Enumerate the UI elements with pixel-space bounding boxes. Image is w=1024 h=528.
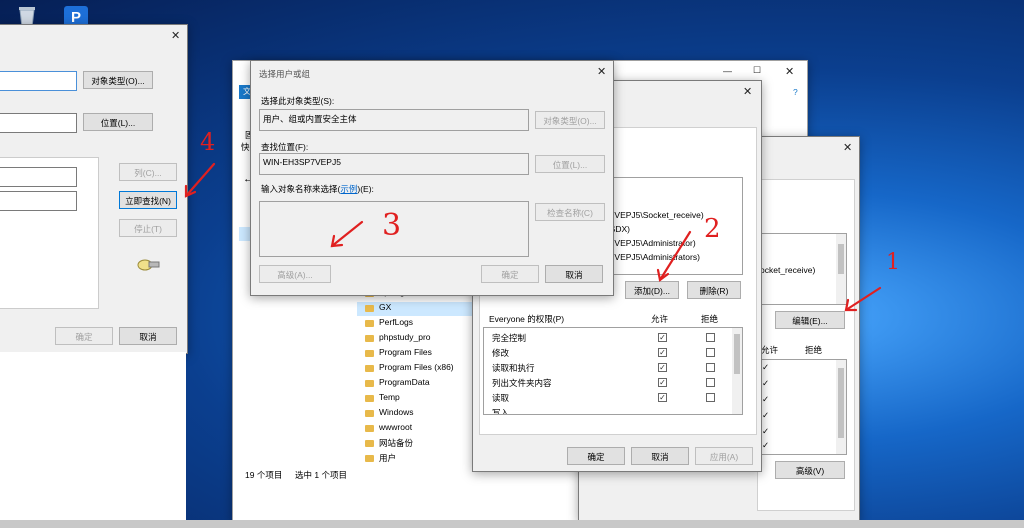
close-icon[interactable]: ✕ <box>743 85 752 98</box>
close-icon[interactable]: ✕ <box>171 29 180 42</box>
apply-button[interactable]: 应用(A) <box>695 447 753 465</box>
annotation-number-3: 3 <box>382 208 402 243</box>
permission-list-partial: ✓ ✓ ✓ ✓ ✓ ✓ <box>759 359 847 455</box>
cancel-button[interactable]: 取消 <box>545 265 603 283</box>
location-button[interactable]: 位置(L)... <box>535 155 605 173</box>
status-selected-count: 选中 1 个项目 <box>295 470 347 480</box>
edit-button[interactable]: 编辑(E)... <box>775 311 845 329</box>
close-icon[interactable]: ✕ <box>843 141 852 154</box>
perm-name: 读取和执行 <box>492 363 535 373</box>
deny-checkbox[interactable] <box>706 363 715 372</box>
perm-name: 修改 <box>492 348 510 358</box>
allow-checkbox[interactable]: ✓ <box>658 348 667 357</box>
add-button[interactable]: 添加(D)... <box>625 281 679 299</box>
allow-column-header: 允许 <box>651 314 669 324</box>
arrow-4-shaft <box>184 162 216 198</box>
advanced-button[interactable]: 高级(V) <box>775 461 845 479</box>
list-item[interactable]: wwwroot <box>357 422 487 436</box>
advanced-button[interactable]: 高级(A)... <box>259 265 331 283</box>
object-types-button[interactable]: 对象类型(O)... <box>535 111 605 129</box>
permission-table: 完全控制 ✓ 修改 ✓ 读取和执行 ✓ 列出文件夹内容 ✓ 读取 ✓ 写入 <box>483 327 743 415</box>
perm-name: 完全控制 <box>492 333 527 343</box>
object-type-label: 选择此对象类型(S): <box>261 96 335 106</box>
list-item[interactable]: Program Files (x86) <box>357 362 487 376</box>
find-now-button[interactable]: 立即查找(N) <box>119 191 177 209</box>
close-icon[interactable]: ✕ <box>597 65 606 78</box>
maximize-icon[interactable]: ☐ <box>753 65 761 76</box>
deny-checkbox[interactable] <box>706 333 715 342</box>
dialog-title: 选择用户或组 <box>259 69 311 79</box>
location-label: 查找位置(F): <box>261 142 309 152</box>
list-item[interactable]: PerfLogs <box>357 317 487 331</box>
taskbar <box>0 520 1024 528</box>
scrollbar[interactable] <box>732 328 742 414</box>
ok-button[interactable]: 确定 <box>567 447 625 465</box>
list-item[interactable]: P7VEPJ5\Socket_receive) <box>604 210 704 220</box>
left-select-dialog: ✕ 对象类型(O)... 位置(L)... 列(C)... 立即查找(N) 停止… <box>0 24 188 354</box>
object-type-field <box>0 71 77 91</box>
location-button[interactable]: 位置(L)... <box>83 113 153 131</box>
perm-name: 列出文件夹内容 <box>492 378 552 388</box>
ok-button[interactable]: 确定 <box>481 265 539 283</box>
object-type-field: 用户、组或内置安全主体 <box>259 109 529 131</box>
annotation-number-2: 2 <box>704 214 721 244</box>
columns-button[interactable]: 列(C)... <box>119 163 177 181</box>
desktop-white-area <box>0 352 186 520</box>
list-item[interactable]: 用户 <box>357 452 487 466</box>
list-item[interactable]: P7VEPJ5\Administrator) <box>604 238 696 248</box>
deny-column-header: 拒绝 <box>701 314 719 324</box>
location-field: WIN-EH3SP7VEPJ5 <box>259 153 529 175</box>
search-flashlight-icon <box>137 257 161 273</box>
help-icon[interactable]: ? <box>793 87 798 97</box>
list-item[interactable]: GX <box>357 302 487 316</box>
list-item[interactable]: 网站备份 <box>357 437 487 451</box>
allow-checkbox[interactable]: ✓ <box>658 333 667 342</box>
list-item[interactable]: Program Files <box>357 347 487 361</box>
folder-list: frpslog GX PerfLogs phpstudy_pro Program… <box>357 287 487 467</box>
list-item[interactable]: phpstudy_pro <box>357 332 487 346</box>
examples-link[interactable]: 示例 <box>340 184 357 194</box>
list-item[interactable]: Windows <box>357 407 487 421</box>
enter-names-label: 输入对象名称来选择(示例)(E): <box>261 184 374 194</box>
ribbon-label-2: 快 <box>241 142 250 152</box>
deny-checkbox[interactable] <box>706 348 715 357</box>
allow-checkbox[interactable]: ✓ <box>658 393 667 402</box>
annotation-number-1: 1 <box>886 250 900 275</box>
allow-column-header: 允许 <box>761 345 779 355</box>
perm-name: 写入 <box>492 408 510 415</box>
ok-button[interactable]: 确定 <box>55 327 113 345</box>
object-types-button[interactable]: 对象类型(O)... <box>83 71 153 89</box>
deny-checkbox[interactable] <box>706 378 715 387</box>
deny-checkbox[interactable] <box>706 393 715 402</box>
cancel-button[interactable]: 取消 <box>119 327 177 345</box>
close-icon[interactable]: ✕ <box>785 65 794 78</box>
user-list-partial: ocket_receive) <box>759 233 847 305</box>
name-field[interactable] <box>0 167 77 187</box>
perm-name: 读取 <box>492 393 510 403</box>
stop-button[interactable]: 停止(T) <box>119 219 177 237</box>
status-item-count: 19 个项目 <box>245 470 283 480</box>
list-item[interactable]: P7VEPJ5\Administrators) <box>604 252 700 262</box>
allow-checkbox[interactable]: ✓ <box>658 378 667 387</box>
minimize-icon[interactable]: — <box>723 66 732 76</box>
list-item[interactable]: Temp <box>357 392 487 406</box>
location-field <box>0 113 77 133</box>
list-item[interactable]: ProgramData <box>357 377 487 391</box>
cancel-button[interactable]: 取消 <box>631 447 689 465</box>
allow-checkbox[interactable]: ✓ <box>658 363 667 372</box>
annotation-number-4: 4 <box>200 128 216 156</box>
remove-button[interactable]: 删除(R) <box>687 281 741 299</box>
permissions-header: Everyone 的权限(P) <box>489 314 565 324</box>
select-users-dialog: 选择用户或组 ✕ 选择此对象类型(S): 用户、组或内置安全主体 对象类型(O)… <box>250 60 614 296</box>
description-field[interactable] <box>0 191 77 211</box>
check-names-button[interactable]: 检查名称(C) <box>535 203 605 221</box>
deny-column-header: 拒绝 <box>805 345 823 355</box>
